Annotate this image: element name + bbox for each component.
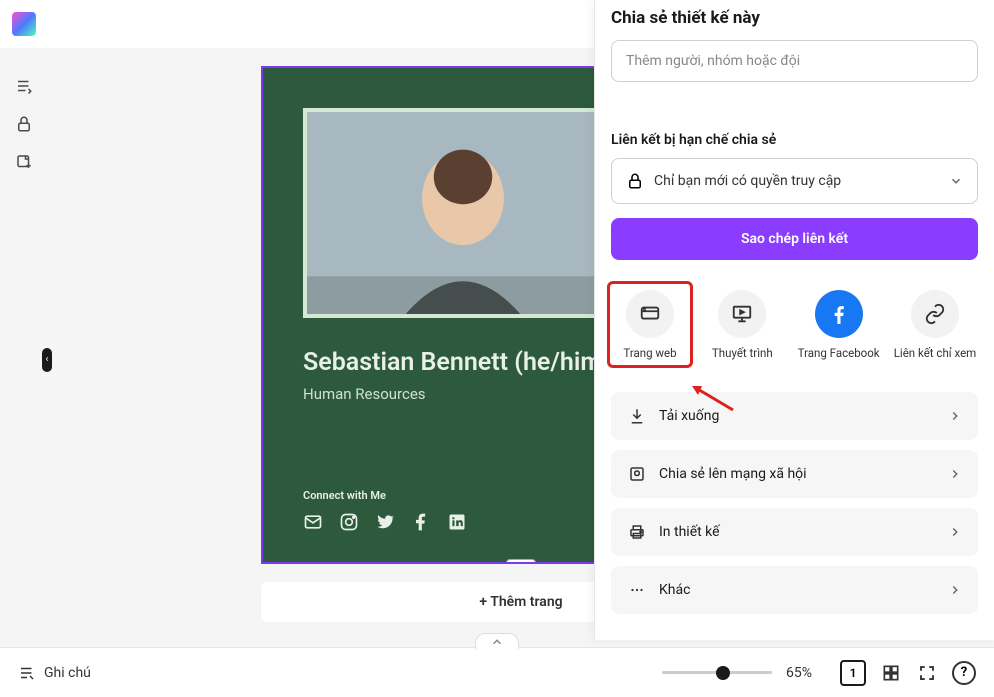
bottom-bar: Ghi chú 65% 1 ? <box>0 647 994 697</box>
app-logo-icon[interactable] <box>12 12 36 36</box>
zoom-slider[interactable] <box>662 671 772 674</box>
facebook-icon <box>411 512 431 532</box>
notes-tool-icon[interactable] <box>14 76 34 96</box>
action-download-label: Tải xuống <box>659 408 936 424</box>
profile-photo <box>303 108 623 318</box>
connect-label: Connect with Me <box>303 489 638 502</box>
print-icon <box>627 522 647 542</box>
zoom-track[interactable] <box>662 671 772 674</box>
share-option-present[interactable]: Thuyết trình <box>699 290 785 364</box>
present-icon <box>718 290 766 338</box>
share-option-viewlink[interactable]: Liên kết chỉ xem <box>892 290 978 364</box>
social-icon <box>627 464 647 484</box>
action-social-label: Chia sẻ lên mạng xã hội <box>659 466 936 482</box>
profile-role: Human Resources <box>303 385 638 403</box>
more-icon <box>627 580 647 600</box>
action-download[interactable]: Tải xuống <box>611 392 978 440</box>
notes-button[interactable]: Ghi chú <box>18 664 91 682</box>
chevron-right-icon <box>948 583 962 597</box>
share-option-viewlink-label: Liên kết chỉ xem <box>894 346 977 361</box>
zoom-percent[interactable]: 65% <box>786 665 826 681</box>
action-social[interactable]: Chia sẻ lên mạng xã hội <box>611 450 978 498</box>
share-option-web[interactable]: Trang web <box>607 281 693 368</box>
web-icon <box>626 290 674 338</box>
notes-label: Ghi chú <box>44 665 91 681</box>
grid-view-icon[interactable] <box>880 662 902 684</box>
lock-icon <box>626 172 644 190</box>
share-panel: Chia sẻ thiết kế này Liên kết bị hạn chế… <box>594 0 994 640</box>
share-option-facebook-label: Trang Facebook <box>798 346 880 361</box>
instagram-icon <box>339 512 359 532</box>
collapse-handle-icon[interactable]: ‹ <box>42 348 52 372</box>
page-drawer-handle[interactable] <box>475 633 519 649</box>
export-tool-icon[interactable] <box>14 152 34 172</box>
facebook-share-icon <box>815 290 863 338</box>
resize-handle-bottom[interactable] <box>506 559 536 564</box>
help-icon[interactable]: ? <box>952 661 976 685</box>
share-actions: Tải xuống Chia sẻ lên mạng xã hội In thi… <box>611 392 978 614</box>
action-print[interactable]: In thiết kế <box>611 508 978 556</box>
share-options-row: Trang web Thuyết trình Trang Facebook Li… <box>611 290 978 364</box>
notes-icon <box>18 664 36 682</box>
lock-tool-icon[interactable] <box>14 114 34 134</box>
action-print-label: In thiết kế <box>659 524 936 540</box>
share-option-present-label: Thuyết trình <box>712 346 773 361</box>
zoom-thumb[interactable] <box>716 666 730 680</box>
download-icon <box>627 406 647 426</box>
linkedin-icon <box>447 512 467 532</box>
chevron-right-icon <box>948 467 962 481</box>
action-other-label: Khác <box>659 582 936 598</box>
action-other[interactable]: Khác <box>611 566 978 614</box>
profile-name: Sebastian Bennett (he/him) <box>303 348 638 377</box>
left-toolbar <box>0 48 48 647</box>
twitter-icon <box>375 512 395 532</box>
chevron-down-icon <box>949 174 963 188</box>
share-option-web-label: Trang web <box>623 346 676 361</box>
restrict-label: Liên kết bị hạn chế chia sẻ <box>611 132 978 148</box>
link-icon <box>911 290 959 338</box>
share-option-facebook[interactable]: Trang Facebook <box>796 290 882 364</box>
mail-icon <box>303 512 323 532</box>
share-title: Chia sẻ thiết kế này <box>611 8 978 28</box>
chevron-right-icon <box>948 409 962 423</box>
share-people-input[interactable] <box>611 40 978 82</box>
copy-link-button[interactable]: Sao chép liên kết <box>611 218 978 260</box>
social-icons <box>303 512 638 532</box>
access-text: Chỉ bạn mới có quyền truy cập <box>654 173 939 189</box>
access-dropdown[interactable]: Chỉ bạn mới có quyền truy cập <box>611 158 978 204</box>
fullscreen-icon[interactable] <box>916 662 938 684</box>
page-indicator[interactable]: 1 <box>840 660 866 686</box>
chevron-right-icon <box>948 525 962 539</box>
